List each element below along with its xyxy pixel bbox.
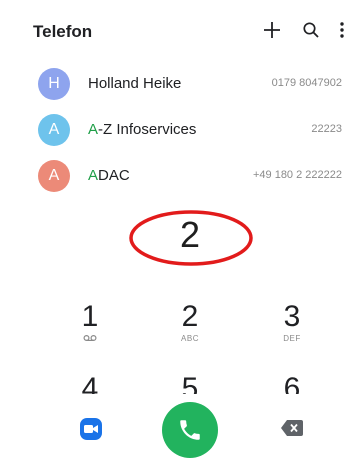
app-title: Telefon — [33, 22, 93, 41]
contact-name: Holland Heike — [88, 75, 181, 92]
contact-row[interactable]: A A-Z Infoservices 22223 — [0, 108, 355, 154]
search-icon[interactable] — [298, 17, 324, 43]
phone-icon — [180, 420, 200, 440]
name-match: A — [88, 121, 99, 138]
add-icon[interactable] — [259, 17, 285, 43]
key-1[interactable]: 1 — [60, 300, 120, 356]
backspace-icon[interactable] — [281, 420, 303, 441]
key-digit: 4 — [81, 372, 99, 394]
avatar: A — [38, 114, 70, 146]
app-bar: Telefon — [0, 0, 355, 62]
voicemail-icon — [83, 334, 97, 342]
contact-row[interactable]: A ADAC +49 180 2 222222 — [0, 154, 355, 200]
name-rest: DAC — [98, 167, 130, 184]
key-digit: 6 — [283, 372, 301, 394]
contact-number: 22223 — [311, 123, 342, 135]
contact-name: ADAC — [88, 167, 130, 184]
key-6[interactable]: 6 — [262, 372, 322, 394]
key-digit: 5 — [181, 372, 199, 394]
name-rest: -Z Infoservices — [98, 121, 197, 138]
key-letters: ABC — [181, 334, 199, 343]
name-match: A — [88, 167, 99, 184]
video-call-icon[interactable] — [80, 418, 102, 445]
key-2[interactable]: 2 ABC — [160, 300, 220, 356]
avatar: H — [38, 68, 70, 100]
contact-name: A-Z Infoservices — [88, 121, 196, 138]
contact-row[interactable]: H Holland Heike 0179 8047902 — [0, 62, 355, 108]
key-digit: 1 — [81, 300, 99, 333]
contact-number: +49 180 2 222222 — [252, 169, 342, 181]
avatar: A — [38, 160, 70, 192]
key-4[interactable]: 4 — [60, 372, 120, 394]
call-button[interactable] — [162, 402, 218, 458]
key-letters: DEF — [283, 334, 301, 343]
name-rest: Holland Heike — [88, 75, 182, 92]
key-digit: 3 — [283, 300, 301, 333]
key-5[interactable]: 5 — [160, 372, 220, 394]
key-digit: 2 — [181, 300, 199, 333]
contact-number: 0179 8047902 — [271, 77, 342, 89]
annotation-ellipse — [129, 210, 253, 266]
more-vert-icon[interactable] — [329, 17, 355, 43]
key-3[interactable]: 3 DEF — [262, 300, 322, 356]
